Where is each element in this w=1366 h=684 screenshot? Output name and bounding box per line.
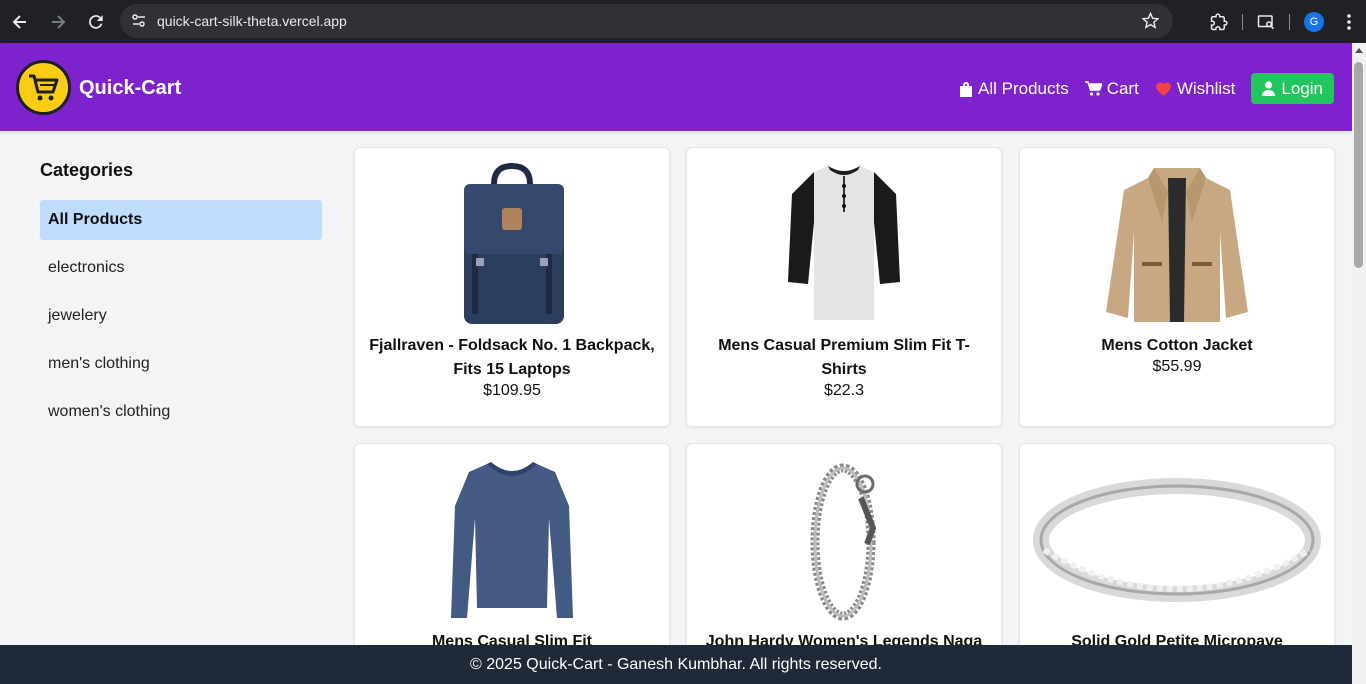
scroll-up-arrow-icon[interactable] — [1355, 48, 1363, 53]
ring-image[interactable] — [1020, 458, 1334, 622]
category-electronics[interactable]: electronics — [40, 248, 322, 288]
cart-icon — [1084, 81, 1102, 96]
nav-all-products-label: All Products — [978, 78, 1069, 98]
toolbar-divider — [1242, 13, 1243, 30]
product-title[interactable]: Fjallraven - Foldsack No. 1 Backpack, Fi… — [369, 334, 655, 382]
back-icon[interactable] — [2, 4, 38, 40]
nav-cart[interactable]: Cart — [1084, 78, 1139, 99]
product-price: $22.3 — [823, 382, 865, 399]
more-menu-icon[interactable] — [1332, 5, 1366, 39]
cart-logo-icon[interactable] — [16, 60, 71, 115]
bookmark-star-icon[interactable] — [1141, 11, 1160, 34]
bracelet-image[interactable] — [687, 458, 1001, 622]
product-card[interactable]: Mens Casual Premium Slim Fit T-Shirts $2… — [686, 147, 1002, 427]
category-all-products[interactable]: All Products — [40, 200, 322, 240]
category-jewelery[interactable]: jewelery — [40, 296, 322, 336]
user-icon — [1262, 81, 1276, 96]
extensions-icon[interactable] — [1202, 5, 1236, 39]
tshirt-image[interactable] — [687, 162, 1001, 326]
longsleeve-image[interactable] — [355, 458, 669, 622]
page-scrollbar[interactable] — [1352, 43, 1366, 684]
categories-heading: Categories — [40, 160, 134, 180]
site-info-icon[interactable] — [124, 13, 154, 29]
app-header: Quick-Cart All Products Cart Wishlist Lo… — [0, 43, 1352, 131]
browser-toolbar: quick-cart-silk-theta.vercel.app G — [0, 0, 1366, 43]
product-title[interactable]: Mens Cotton Jacket — [1034, 334, 1320, 358]
backpack-image[interactable] — [355, 162, 669, 326]
brand-name[interactable]: Quick-Cart — [79, 77, 181, 100]
category-womens-clothing[interactable]: women's clothing — [40, 392, 322, 432]
product-card[interactable]: Mens Casual Slim Fit — [354, 443, 670, 663]
product-card[interactable]: Mens Cotton Jacket $55.99 — [1019, 147, 1335, 427]
jacket-image[interactable] — [1020, 162, 1334, 326]
address-bar[interactable]: quick-cart-silk-theta.vercel.app — [120, 4, 1173, 38]
categories-sidebar: Categories All Products electronics jewe… — [0, 140, 340, 650]
product-title[interactable]: Mens Casual Premium Slim Fit T-Shirts — [701, 334, 987, 382]
login-label: Login — [1281, 78, 1323, 98]
product-card[interactable]: John Hardy Women's Legends Naga — [686, 443, 1002, 663]
category-mens-clothing[interactable]: men's clothing — [40, 344, 322, 384]
product-card[interactable]: Fjallraven - Foldsack No. 1 Backpack, Fi… — [354, 147, 670, 427]
url-text[interactable]: quick-cart-silk-theta.vercel.app — [157, 13, 347, 29]
nav-wishlist-label: Wishlist — [1176, 78, 1236, 98]
page-footer: © 2025 Quick-Cart - Ganesh Kumbhar. All … — [0, 645, 1352, 684]
reload-icon[interactable] — [78, 4, 114, 40]
product-price: $109.95 — [483, 382, 541, 399]
heart-icon — [1155, 82, 1171, 96]
profile-avatar[interactable]: G — [1304, 11, 1324, 32]
login-button[interactable]: Login — [1251, 73, 1334, 104]
toolbar-divider — [1289, 13, 1290, 30]
forward-icon[interactable] — [40, 4, 76, 40]
main-nav: All Products Cart Wishlist Login — [959, 73, 1334, 104]
nav-cart-label: Cart — [1106, 78, 1139, 98]
product-card[interactable]: Solid Gold Petite Micropave — [1019, 443, 1335, 663]
shopping-bag-icon — [960, 81, 972, 97]
nav-wishlist[interactable]: Wishlist — [1155, 78, 1236, 99]
nav-all-products[interactable]: All Products — [959, 79, 1069, 99]
product-price: $55.99 — [1152, 358, 1202, 375]
media-cast-icon[interactable] — [1249, 5, 1283, 39]
scrollbar-thumb[interactable] — [1354, 62, 1363, 268]
